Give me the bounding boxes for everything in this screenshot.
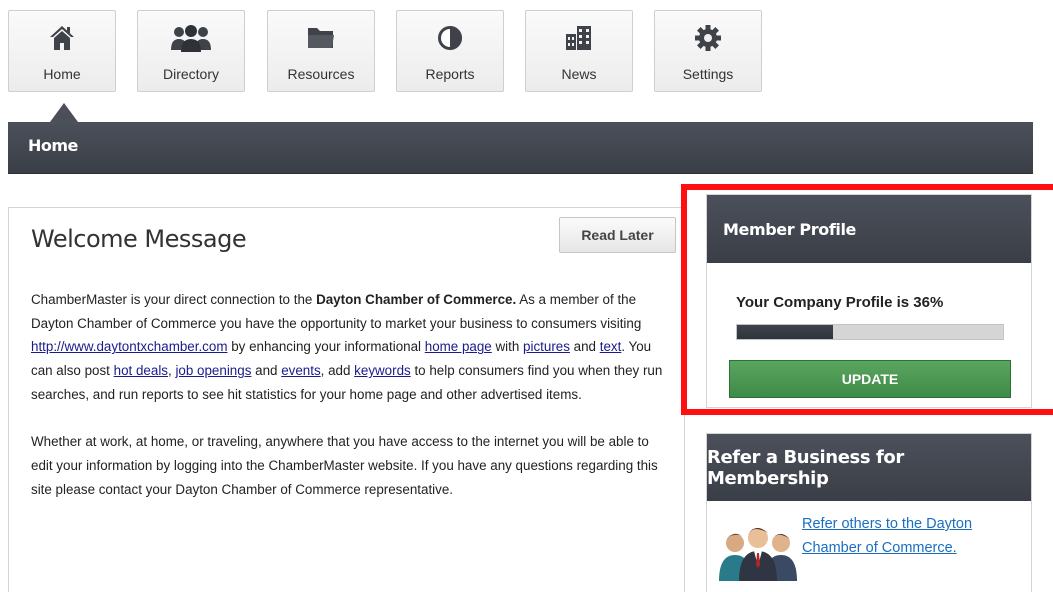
- update-profile-button[interactable]: UPDATE: [729, 360, 1011, 398]
- profile-progress-bar: [736, 324, 1004, 340]
- keywords-link[interactable]: keywords: [354, 363, 411, 378]
- job-openings-link[interactable]: job openings: [175, 363, 251, 378]
- pie-chart-icon: [397, 24, 503, 54]
- refer-business-link[interactable]: Refer others to the Dayton Chamber of Co…: [802, 512, 1012, 560]
- business-people-icon: [717, 521, 805, 581]
- nav-label-home: Home: [43, 66, 81, 82]
- text-link[interactable]: text: [600, 339, 622, 354]
- home-page-link[interactable]: home page: [425, 339, 492, 354]
- org-name: Dayton Chamber of Commerce.: [316, 292, 517, 307]
- nav-tile-home[interactable]: Home: [8, 10, 116, 92]
- gear-icon: [655, 24, 761, 54]
- member-profile-card: Member Profile Your Company Profile is 3…: [706, 194, 1032, 408]
- refer-business-title: Refer a Business for Membership: [707, 434, 1031, 501]
- member-profile-title: Member Profile: [707, 195, 1031, 263]
- welcome-body: ChamberMaster is your direct connection …: [31, 288, 671, 525]
- pictures-link[interactable]: pictures: [523, 339, 570, 354]
- nav-label-reports: Reports: [425, 66, 475, 82]
- active-tab-pointer: [50, 103, 78, 122]
- nav-tile-settings[interactable]: Settings: [654, 10, 762, 92]
- hot-deals-link[interactable]: hot deals: [114, 363, 168, 378]
- text-span: by enhancing your informational: [227, 339, 425, 355]
- refer-business-card: Refer a Business for Membership Refer ot…: [706, 433, 1032, 592]
- text-span: and: [569, 339, 600, 355]
- welcome-paragraph-2: Whether at work, at home, or traveling, …: [31, 434, 658, 497]
- page-title: Home: [28, 136, 78, 155]
- home-icon: [9, 24, 115, 54]
- nav-tile-news[interactable]: News: [525, 10, 633, 92]
- nav-tile-directory[interactable]: Directory: [137, 10, 245, 92]
- nav-tile-resources[interactable]: Resources: [267, 10, 375, 92]
- folder-icon: [268, 24, 374, 54]
- welcome-paragraph-1: ChamberMaster is your direct connection …: [31, 288, 671, 407]
- read-later-button[interactable]: Read Later: [559, 217, 676, 253]
- nav-label-directory: Directory: [162, 66, 219, 82]
- text-span: and: [251, 363, 282, 379]
- people-icon: [138, 24, 244, 54]
- nav-label-settings: Settings: [682, 66, 734, 82]
- welcome-title: Welcome Message: [31, 225, 247, 253]
- nav-tile-reports[interactable]: Reports: [396, 10, 504, 92]
- profile-completion-text: Your Company Profile is 36%: [736, 294, 944, 311]
- text-span: ChamberMaster is your direct connection …: [31, 292, 317, 307]
- events-link[interactable]: events: [281, 363, 320, 378]
- page-header: Home: [8, 122, 1033, 174]
- text-span: , add: [320, 363, 355, 379]
- nav-label-news: News: [561, 66, 597, 82]
- chamber-website-link[interactable]: http://www.daytontxchamber.com: [31, 339, 227, 354]
- profile-progress-fill: [737, 325, 833, 339]
- nav-label-resources: Resources: [287, 66, 355, 82]
- welcome-panel: Welcome Message Read Later ChamberMaster…: [8, 207, 685, 592]
- buildings-icon: [526, 24, 632, 54]
- text-span: with: [491, 339, 524, 355]
